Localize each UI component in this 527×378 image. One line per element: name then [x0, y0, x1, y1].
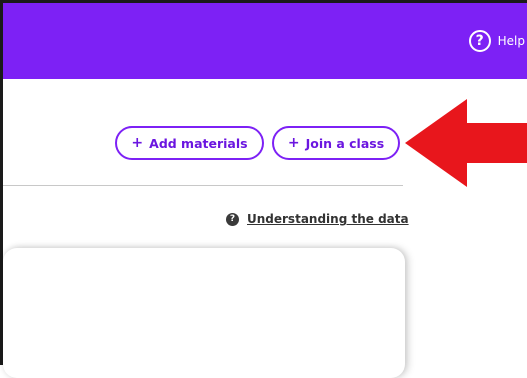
- add-materials-label: Add materials: [149, 135, 248, 151]
- understanding-the-data-link[interactable]: ? Understanding the data: [226, 210, 409, 228]
- question-circle-icon: ?: [468, 30, 491, 52]
- red-arrow-annotation: [405, 99, 527, 187]
- help-label: Help: [497, 34, 525, 48]
- understanding-the-data-label: Understanding the data: [247, 212, 409, 226]
- join-a-class-button[interactable]: + Join a class: [272, 126, 400, 160]
- content-card: [3, 248, 405, 378]
- join-a-class-label: Join a class: [305, 135, 385, 151]
- question-circle-icon: ?: [226, 212, 239, 226]
- top-navigation-bar: ? Help: [3, 3, 527, 79]
- help-button[interactable]: ? Help: [468, 28, 525, 54]
- plus-icon: +: [131, 135, 144, 151]
- plus-icon: +: [287, 135, 300, 151]
- add-materials-button[interactable]: + Add materials: [115, 126, 264, 160]
- section-divider: [3, 185, 403, 186]
